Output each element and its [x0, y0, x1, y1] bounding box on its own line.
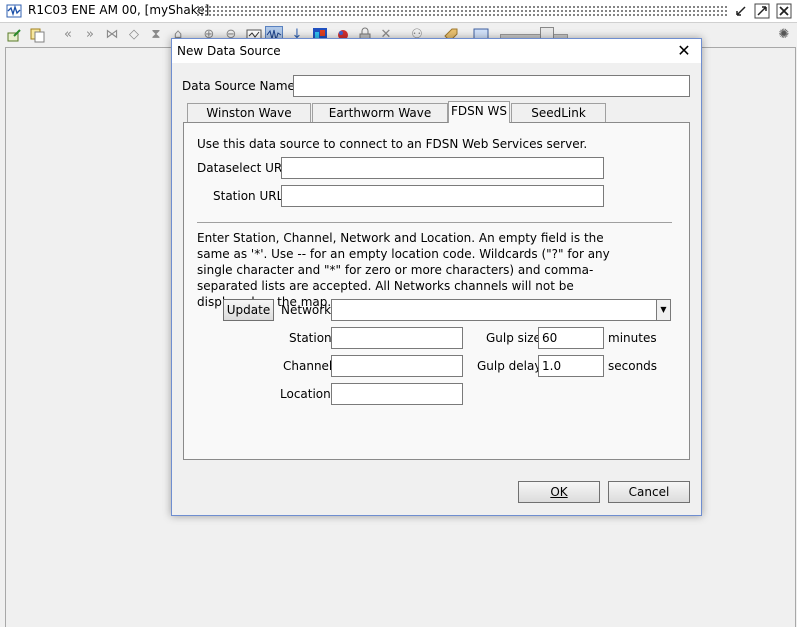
- dataselect-url-input[interactable]: [281, 157, 604, 179]
- shrink-icon[interactable]: ⋈: [104, 27, 120, 43]
- location-input[interactable]: [331, 383, 463, 405]
- tab-seedlink-server[interactable]: SeedLink Server: [511, 103, 606, 139]
- station-url-input[interactable]: [281, 185, 604, 207]
- station-url-label: Station URL: [213, 189, 284, 203]
- update-button[interactable]: Update: [223, 299, 274, 321]
- gulp-delay-label: Gulp delay: [477, 359, 542, 373]
- frame-title: R1C03 ENE AM 00, [myShake]: [28, 3, 210, 17]
- dataselect-url-label: Dataselect URL: [197, 161, 289, 175]
- station-label: Station: [289, 331, 332, 345]
- tab-earthworm-wave-server[interactable]: Earthworm Wave Server: [312, 103, 448, 139]
- data-source-name-label: Data Source Name:: [182, 79, 299, 93]
- fdsn-tab-panel: Use this data source to connect to an FD…: [183, 122, 690, 460]
- gulp-delay-input[interactable]: [538, 355, 604, 377]
- titlebar-grip: [196, 5, 727, 17]
- fast-forward-icon[interactable]: »: [82, 27, 98, 43]
- export-icon[interactable]: [6, 27, 22, 43]
- maximize-frame-icon[interactable]: [754, 3, 770, 19]
- new-data-source-dialog: New Data Source ✕ Data Source Name: Wins…: [171, 38, 702, 516]
- data-source-name-input[interactable]: [293, 75, 690, 97]
- dialog-titlebar: New Data Source ✕: [172, 39, 701, 63]
- busy-icon: ✺: [778, 27, 790, 42]
- close-frame-icon[interactable]: [776, 3, 792, 19]
- expand-icon[interactable]: ◇: [126, 27, 142, 43]
- channel-label: Channel: [283, 359, 333, 373]
- network-select[interactable]: ▼: [331, 299, 671, 321]
- separator: [197, 222, 672, 223]
- chevron-down-icon[interactable]: ▼: [656, 300, 670, 320]
- internal-frame-titlebar: R1C03 ENE AM 00, [myShake]: [0, 0, 797, 23]
- copy-icon[interactable]: [29, 27, 45, 43]
- ok-button[interactable]: OK: [518, 481, 600, 503]
- network-label: Network: [281, 303, 332, 317]
- dialog-close-icon[interactable]: ✕: [674, 41, 694, 61]
- fdsn-intro-text: Use this data source to connect to an FD…: [197, 137, 588, 151]
- gulp-size-label: Gulp size: [486, 331, 541, 345]
- minimize-frame-icon[interactable]: [733, 3, 749, 19]
- cancel-button[interactable]: Cancel: [608, 481, 690, 503]
- instructions-text: Enter Station, Channel, Network and Loca…: [197, 231, 610, 309]
- location-label: Location: [280, 387, 331, 401]
- rewind-icon[interactable]: «: [60, 27, 76, 43]
- dialog-title: New Data Source: [177, 44, 281, 58]
- gulp-delay-unit: seconds: [608, 359, 658, 373]
- tab-fdsn-ws[interactable]: FDSN WS: [448, 101, 510, 123]
- hourglass-icon[interactable]: ⧗: [148, 27, 164, 43]
- tab-winston-wave-server[interactable]: Winston Wave Server: [187, 103, 311, 139]
- gulp-size-unit: minutes: [608, 331, 657, 345]
- app-window-icon: [6, 3, 22, 19]
- channel-input[interactable]: [331, 355, 463, 377]
- station-input[interactable]: [331, 327, 463, 349]
- gulp-size-input[interactable]: [538, 327, 604, 349]
